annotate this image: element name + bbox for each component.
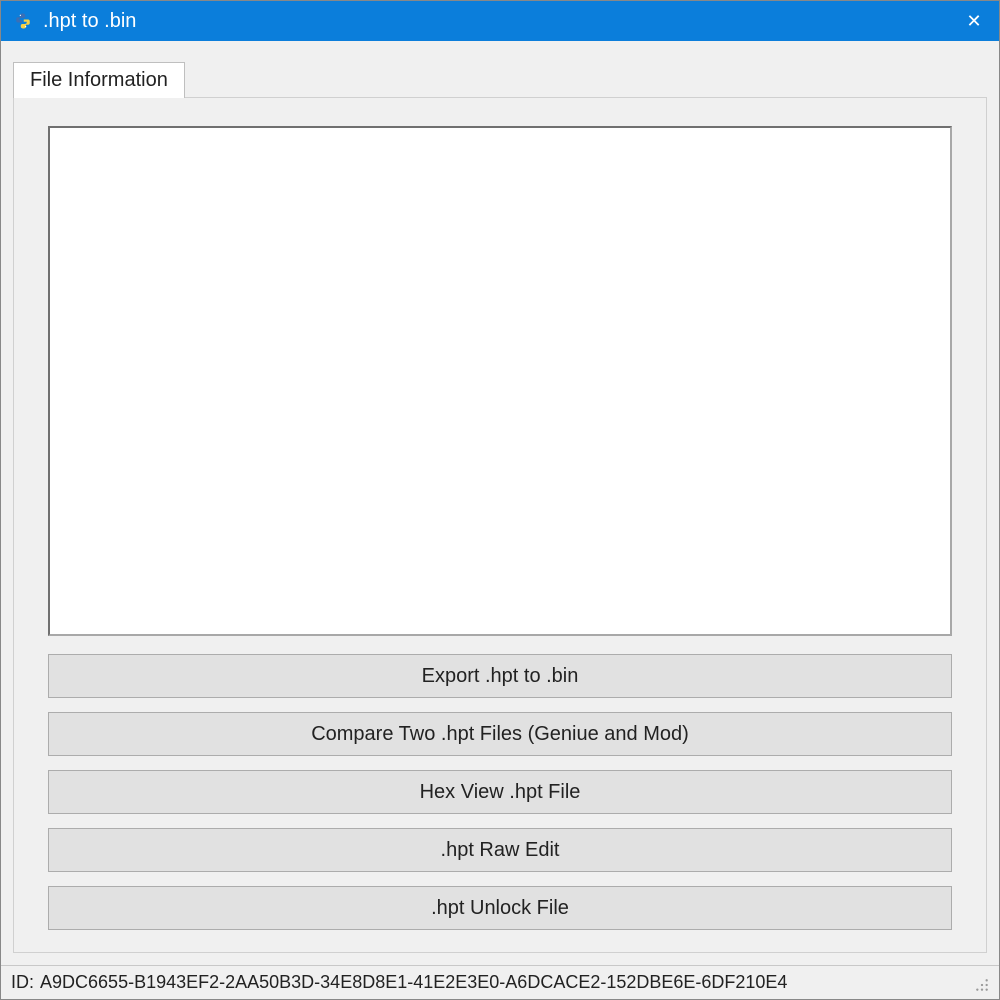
client-area: File Information Export .hpt to .bin Com…: [1, 41, 999, 965]
file-info-textarea[interactable]: [48, 126, 952, 636]
app-window: .hpt to .bin ✕ File Information Export .…: [0, 0, 1000, 1000]
rawedit-button[interactable]: .hpt Raw Edit: [48, 828, 952, 872]
export-button[interactable]: Export .hpt to .bin: [48, 654, 952, 698]
titlebar[interactable]: .hpt to .bin ✕: [1, 1, 999, 41]
close-button[interactable]: ✕: [949, 1, 999, 41]
tabpanel-file-information: Export .hpt to .bin Compare Two .hpt Fil…: [13, 97, 987, 953]
tab-file-information[interactable]: File Information: [13, 62, 185, 98]
unlock-button[interactable]: .hpt Unlock File: [48, 886, 952, 930]
window-title: .hpt to .bin: [43, 10, 949, 33]
resize-grip-icon[interactable]: [971, 974, 989, 992]
app-icon: [13, 11, 33, 31]
tabstrip: File Information: [13, 61, 987, 97]
compare-button[interactable]: Compare Two .hpt Files (Geniue and Mod): [48, 712, 952, 756]
hexview-button[interactable]: Hex View .hpt File: [48, 770, 952, 814]
close-icon: ✕: [966, 11, 981, 32]
status-id-value: A9DC6655-B1943EF2-2AA50B3D-34E8D8E1-41E2…: [40, 972, 971, 993]
status-id-label: ID:: [11, 972, 34, 993]
statusbar: ID: A9DC6655-B1943EF2-2AA50B3D-34E8D8E1-…: [1, 965, 999, 999]
